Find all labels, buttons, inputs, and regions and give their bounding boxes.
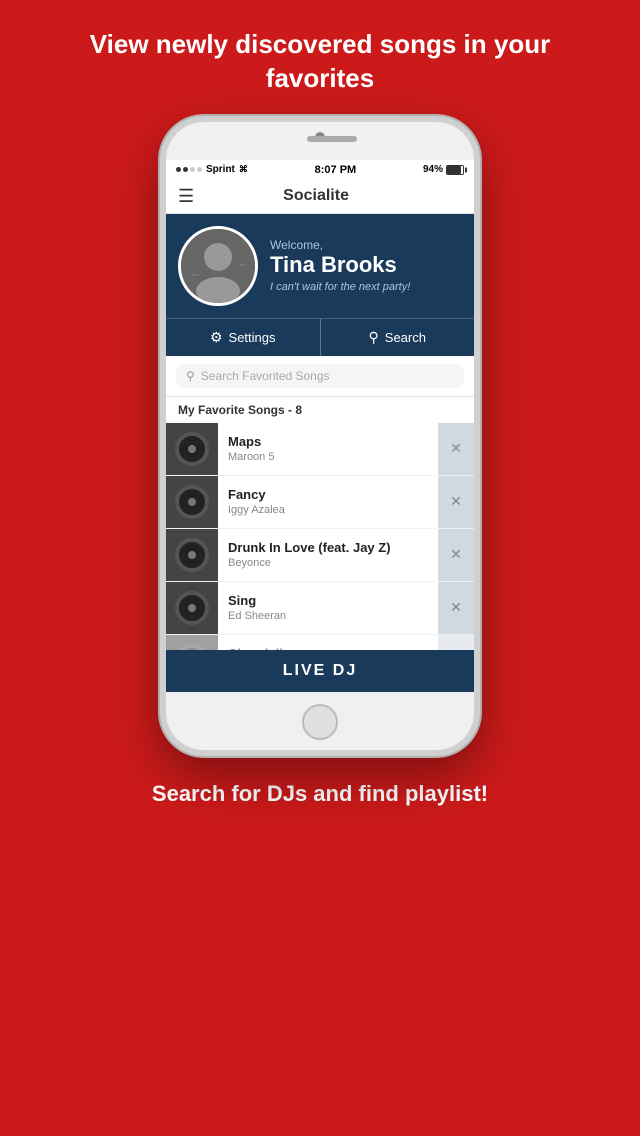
search-bar-icon: ⚲	[186, 369, 195, 383]
battery-percent: 94%	[423, 164, 443, 175]
user-name: Tina Brooks	[270, 252, 462, 278]
remove-song-button[interactable]: ✕	[438, 635, 474, 650]
status-left: Sprint ⌘	[176, 164, 248, 175]
welcome-label: Welcome,	[270, 238, 462, 252]
list-item: Sing Ed Sheeran ✕	[166, 582, 474, 635]
search-bar-placeholder: Search Favorited Songs	[201, 369, 330, 383]
signal-dot-2	[183, 167, 188, 172]
song-info: Sing Ed Sheeran	[218, 585, 438, 630]
song-title: Maps	[228, 434, 428, 449]
list-item: Maps Maroon 5 ✕	[166, 423, 474, 476]
status-bar: Sprint ⌘ 8:07 PM 94%	[166, 160, 474, 180]
top-headline: View newly discovered songs in your favo…	[0, 0, 640, 116]
search-button[interactable]: ⚲ Search	[321, 319, 475, 356]
vinyl-icon	[175, 538, 209, 572]
app-title: Socialite	[194, 187, 438, 205]
song-thumbnail	[166, 529, 218, 581]
phone-power-button	[478, 232, 480, 272]
profile-info: Welcome, Tina Brooks I can't wait for th…	[270, 238, 462, 292]
song-info: Drunk In Love (feat. Jay Z) Beyonce	[218, 532, 438, 577]
phone-screen: Sprint ⌘ 8:07 PM 94% ☰ Socialite	[166, 160, 474, 692]
settings-label: Settings	[229, 330, 276, 345]
user-tagline: I can't wait for the next party!	[270, 281, 462, 293]
signal-dot-4	[197, 167, 202, 172]
search-bar[interactable]: ⚲ Search Favorited Songs	[176, 364, 464, 388]
remove-song-button[interactable]: ✕	[438, 423, 474, 475]
signal-dot-3	[190, 167, 195, 172]
hamburger-menu-icon[interactable]: ☰	[178, 186, 194, 207]
bottom-headline: Search for DJs and find playlist!	[112, 756, 528, 829]
close-icon: ✕	[450, 493, 462, 510]
phone-speaker	[307, 136, 357, 142]
phone-volume-down	[160, 252, 162, 282]
song-thumbnail	[166, 635, 218, 650]
song-artist: Ed Sheeran	[228, 610, 428, 622]
phone-volume-up	[160, 212, 162, 242]
close-icon: ✕	[450, 440, 462, 457]
vinyl-icon	[175, 485, 209, 519]
list-item: Drunk In Love (feat. Jay Z) Beyonce ✕	[166, 529, 474, 582]
live-dj-bar[interactable]: LIVE DJ	[166, 650, 474, 692]
close-icon: ✕	[450, 599, 462, 616]
action-buttons: ⚙ Settings ⚲ Search	[166, 318, 474, 356]
song-thumbnail	[166, 476, 218, 528]
song-title: Drunk In Love (feat. Jay Z)	[228, 540, 428, 555]
list-item: Chandelier Sia ✕	[166, 635, 474, 650]
search-bar-wrapper: ⚲ Search Favorited Songs	[166, 356, 474, 397]
status-right: 94%	[423, 164, 464, 175]
settings-button[interactable]: ⚙ Settings	[166, 319, 321, 356]
song-artist: Iggy Azalea	[228, 504, 428, 516]
song-info: Fancy Iggy Azalea	[218, 479, 438, 524]
list-item: Fancy Iggy Azalea ✕	[166, 476, 474, 529]
signal-dots	[176, 167, 202, 172]
phone-mockup: Sprint ⌘ 8:07 PM 94% ☰ Socialite	[160, 116, 480, 756]
search-label: Search	[385, 330, 426, 345]
nav-bar: ☰ Socialite	[166, 180, 474, 214]
song-info: Chandelier Sia	[218, 638, 438, 650]
song-title: Fancy	[228, 487, 428, 502]
close-icon: ✕	[450, 546, 462, 563]
song-info: Maps Maroon 5	[218, 426, 438, 471]
list-header: My Favorite Songs - 8	[166, 397, 474, 423]
song-title: Sing	[228, 593, 428, 608]
wifi-icon: ⌘	[239, 164, 248, 175]
song-artist: Maroon 5	[228, 451, 428, 463]
remove-song-button[interactable]: ✕	[438, 582, 474, 634]
vinyl-icon	[175, 644, 209, 650]
vinyl-icon	[175, 432, 209, 466]
song-artist: Beyonce	[228, 557, 428, 569]
profile-header: Welcome, Tina Brooks I can't wait for th…	[166, 214, 474, 318]
battery-icon	[446, 165, 464, 175]
carrier-label: Sprint	[206, 164, 235, 175]
settings-icon: ⚙	[210, 329, 223, 346]
remove-song-button[interactable]: ✕	[438, 476, 474, 528]
battery-fill	[447, 166, 461, 174]
song-thumbnail	[166, 423, 218, 475]
status-time: 8:07 PM	[315, 164, 357, 176]
vinyl-icon	[175, 591, 209, 625]
avatar	[178, 226, 258, 306]
remove-song-button[interactable]: ✕	[438, 529, 474, 581]
song-title: Chandelier	[228, 646, 428, 650]
phone-home-button[interactable]	[302, 704, 338, 740]
signal-dot-1	[176, 167, 181, 172]
song-list: Maps Maroon 5 ✕ Fancy Iggy Azalea ✕	[166, 423, 474, 650]
search-icon: ⚲	[369, 329, 379, 346]
song-thumbnail	[166, 582, 218, 634]
